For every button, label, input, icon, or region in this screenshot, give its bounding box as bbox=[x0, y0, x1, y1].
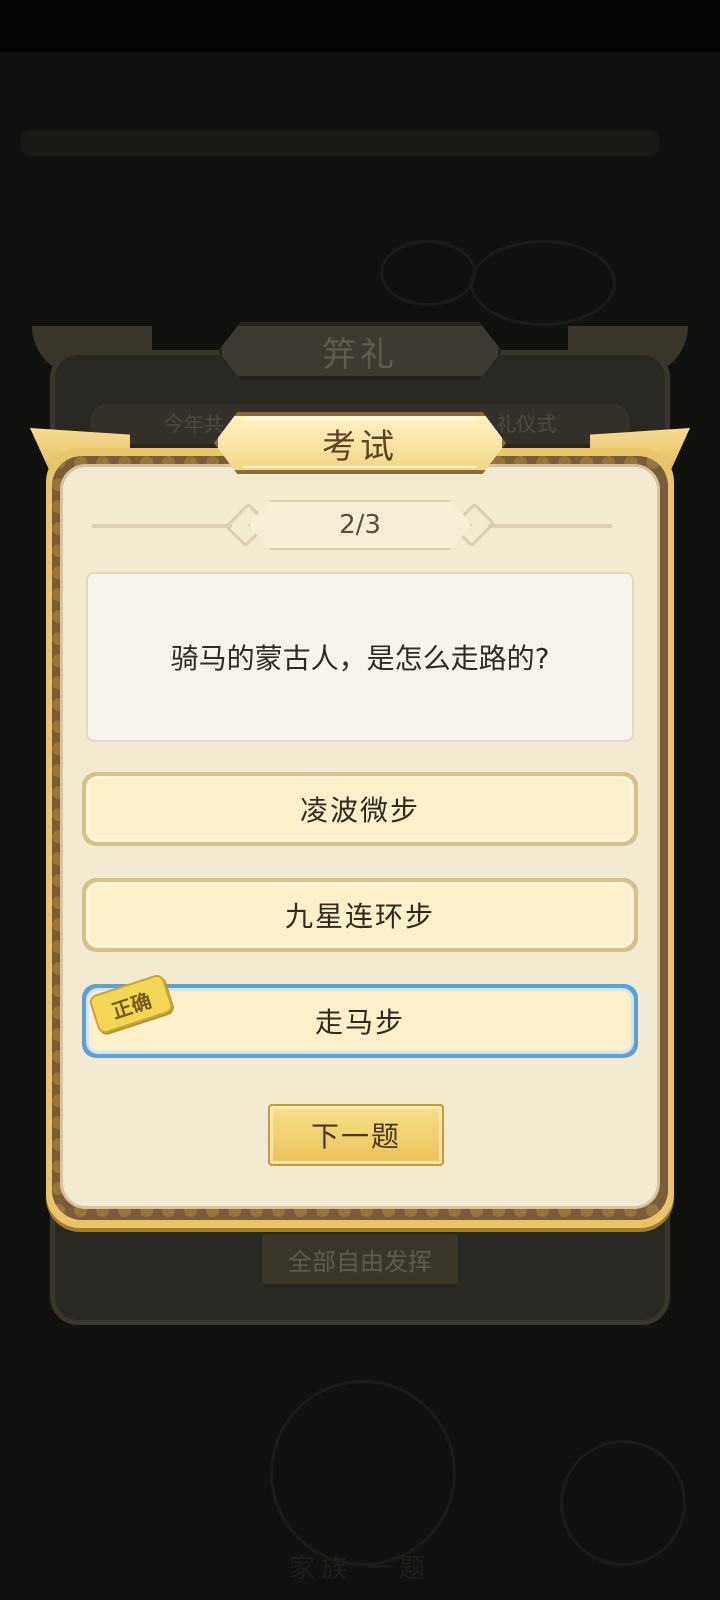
question-box: 骑马的蒙古人，是怎么走路的? bbox=[86, 572, 634, 742]
status-bar-area bbox=[0, 0, 720, 52]
back-panel-banner-left: 今年共 bbox=[163, 412, 224, 436]
answer-option-1[interactable]: 凌波微步 bbox=[82, 772, 638, 846]
back-panel-button: 全部自由发挥 bbox=[260, 1232, 460, 1286]
question-text: 骑马的蒙古人，是怎么走路的? bbox=[170, 642, 550, 675]
answer-option-label: 九星连环步 bbox=[86, 882, 634, 948]
background-bottom-text: 家族 一题 bbox=[288, 1554, 432, 1584]
background-decoration bbox=[20, 130, 660, 156]
next-question-button[interactable]: 下一题 bbox=[268, 1104, 444, 1166]
background-decoration bbox=[470, 240, 616, 326]
progress-divider-left bbox=[92, 524, 232, 528]
exam-title: 考试 bbox=[214, 412, 506, 474]
background-decoration bbox=[380, 240, 476, 306]
back-panel-title: 笄礼 bbox=[218, 322, 502, 380]
answer-option-2[interactable]: 九星连环步 bbox=[82, 878, 638, 952]
back-panel-banner-right: 礼仪式 bbox=[496, 412, 557, 436]
question-progress: 2/3 bbox=[248, 500, 472, 550]
progress-divider-right bbox=[488, 524, 612, 528]
background-decoration bbox=[270, 1380, 456, 1566]
answer-option-label: 凌波微步 bbox=[86, 776, 634, 842]
